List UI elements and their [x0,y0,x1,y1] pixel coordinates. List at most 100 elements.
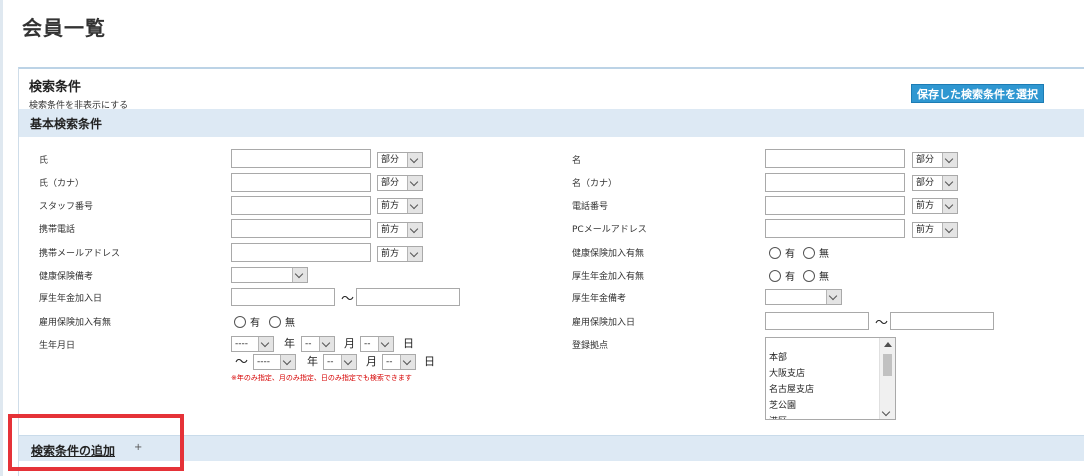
mobile-match-value: 前方 [381,225,400,235]
employment-date-from-input[interactable] [765,312,869,330]
phone-match-select[interactable]: 前方 [912,198,958,214]
birthday-to-day-value: -- [386,357,393,367]
birthday-from-year-value: ---- [235,339,248,349]
basic-conditions-title: 基本検索条件 [30,117,103,131]
label-employment-insurance: 雇用保険加入有無 [39,318,112,328]
employment-date-to-input[interactable] [890,312,994,330]
employment-date-tilde: 〜 [875,316,889,331]
label-pension-note: 厚生年金備考 [572,294,627,304]
chevron-down-icon [292,268,307,282]
birthday-search-note: ※年のみ指定、月のみ指定、日のみ指定でも検索できます [231,374,412,382]
scroll-down-icon[interactable] [881,407,891,417]
health-insurance-no-label: 無 [819,249,829,260]
label-base: 登録拠点 [572,341,609,351]
label-sei-kana: 氏（カナ） [39,179,85,189]
pension-insurance-no-radio[interactable] [803,270,815,282]
birthday-from-year-select[interactable]: ---- [231,336,274,352]
phone-match-value: 前方 [916,201,935,211]
mei-input[interactable] [765,149,905,168]
chevron-down-icon [942,199,957,213]
base-options: 本部 大阪支店 名古屋支店 芝公園 港区 [769,350,814,419]
base-listbox[interactable]: 本部 大阪支店 名古屋支店 芝公園 港区 [765,337,896,420]
birthday-from-day-select[interactable]: -- [360,336,394,352]
page-title: 会員一覧 [22,16,106,40]
birthday-to-month-select[interactable]: -- [323,354,357,370]
chevron-down-icon [407,153,422,167]
pc-mail-match-select[interactable]: 前方 [912,222,958,238]
mei-kana-match-select[interactable]: 部分 [912,175,958,191]
chevron-down-icon [407,199,422,213]
employment-insurance-no-radio[interactable] [269,316,281,328]
label-birthday: 生年月日 [39,341,76,351]
label-health-note: 健康保険備考 [39,272,94,282]
label-mei: 名 [572,156,582,166]
base-option[interactable]: 名古屋支店 [769,382,814,398]
sei-match-select[interactable]: 部分 [377,152,423,168]
base-option[interactable]: 大阪支店 [769,366,814,382]
staff-number-input[interactable] [231,196,371,215]
base-option[interactable]: 本部 [769,350,814,366]
birthday-from-day-value: -- [364,339,371,349]
search-panel-header: 検索条件 検索条件を非表示にする [29,76,128,111]
label-mei-kana: 名（カナ） [572,179,618,189]
sei-kana-match-select[interactable]: 部分 [377,175,423,191]
pension-insurance-yes-label: 有 [785,272,795,283]
pension-date-from-input[interactable] [231,288,335,306]
chevron-down-icon [280,355,295,369]
birthday-to-month-unit: 月 [366,355,377,368]
chevron-down-icon [341,355,356,369]
chevron-down-icon [826,290,841,304]
label-pc-mail: PCメールアドレス [572,225,647,235]
chevron-down-icon [942,223,957,237]
chevron-down-icon [378,337,393,351]
sei-kana-input[interactable] [231,173,371,192]
health-insurance-yes-radio[interactable] [769,247,781,259]
select-saved-search-button[interactable]: 保存した検索条件を選択 [911,84,1044,103]
birthday-from-year-unit: 年 [284,337,295,350]
health-insurance-no-radio[interactable] [803,247,815,259]
pc-mail-input[interactable] [765,219,905,238]
birthday-to-day-unit: 日 [424,355,435,368]
phone-input[interactable] [765,196,905,215]
chevron-down-icon [942,176,957,190]
employment-insurance-yes-label: 有 [250,318,260,329]
health-insurance-yes-label: 有 [785,249,795,260]
label-pension-date: 厚生年金加入日 [39,294,103,304]
pension-date-to-input[interactable] [356,288,460,306]
mei-kana-input[interactable] [765,173,905,192]
base-option[interactable]: 芝公園 [769,398,814,414]
mobile-input[interactable] [231,219,371,238]
mobile-mail-input[interactable] [231,243,371,262]
label-mobile: 携帯電話 [39,225,76,235]
chevron-down-icon [407,176,422,190]
base-option[interactable]: 港区 [769,414,814,419]
mei-match-select[interactable]: 部分 [912,152,958,168]
birthday-to-day-select[interactable]: -- [382,354,416,370]
basic-conditions-section-header: 基本検索条件 [19,109,1084,137]
pc-mail-match-value: 前方 [916,225,935,235]
pension-insurance-yes-radio[interactable] [769,270,781,282]
scrollbar-thumb[interactable] [883,354,892,376]
chevron-down-icon [319,337,334,351]
base-listbox-scrollbar[interactable] [879,338,895,419]
label-mobile-mail: 携帯メールアドレス [39,249,121,259]
scroll-up-icon[interactable] [884,342,892,347]
label-staff-number: スタッフ番号 [39,202,94,212]
pension-date-tilde: 〜 [341,292,355,307]
pension-note-select[interactable] [765,289,842,305]
chevron-down-icon [400,355,415,369]
label-health-insurance: 健康保険加入有無 [572,249,645,259]
employment-insurance-no-label: 無 [285,318,295,329]
pension-insurance-no-label: 無 [819,272,829,283]
staff-number-match-select[interactable]: 前方 [377,198,423,214]
birthday-to-year-select[interactable]: ---- [253,354,296,370]
sei-input[interactable] [231,149,371,168]
chevron-down-icon [258,337,273,351]
health-note-select[interactable] [231,267,308,283]
birthday-to-year-value: ---- [257,357,270,367]
employment-insurance-yes-radio[interactable] [234,316,246,328]
birthday-from-month-select[interactable]: -- [301,336,335,352]
mobile-mail-match-select[interactable]: 前方 [377,246,423,262]
mobile-match-select[interactable]: 前方 [377,222,423,238]
mobile-mail-match-value: 前方 [381,249,400,259]
